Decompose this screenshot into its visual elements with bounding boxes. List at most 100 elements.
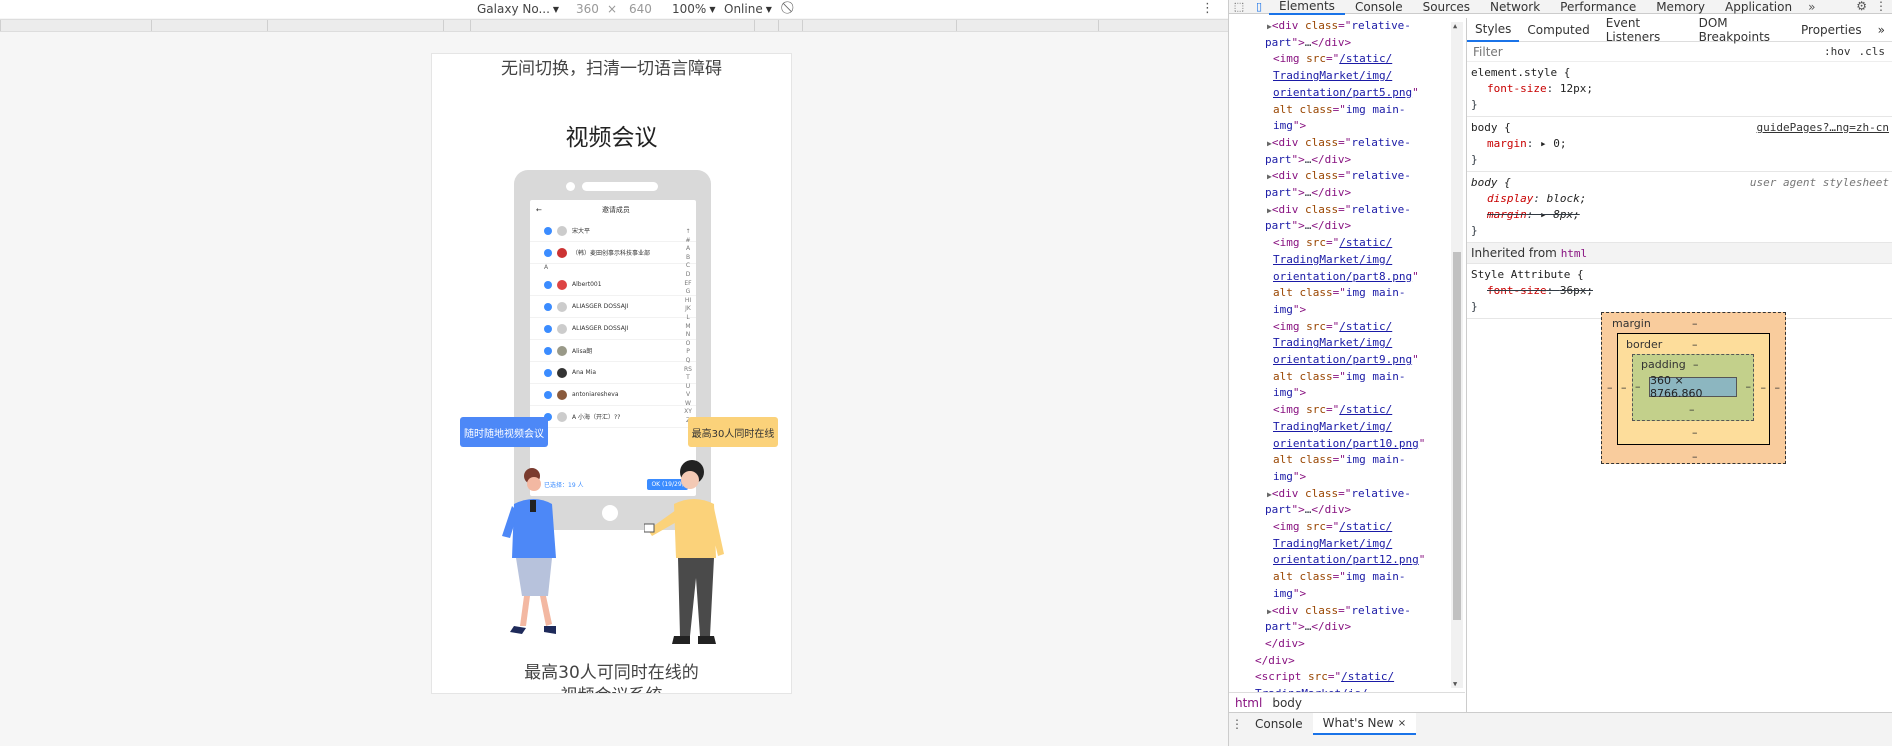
tab-event-listeners[interactable]: Event Listeners [1598,18,1691,44]
width-input[interactable]: 360 [576,2,599,16]
dom-node-line[interactable]: ▶<div class="relative- [1267,18,1411,35]
body-margin-rule[interactable]: body { guidePages?…ng=zh-cn margin: ▸ 0;… [1467,117,1892,172]
css-property[interactable]: margin [1487,137,1527,150]
dom-node-line[interactable]: part">…</div> [1265,502,1351,518]
dom-node-line[interactable]: part">…</div> [1265,218,1351,234]
tab-computed[interactable]: Computed [1519,18,1597,42]
dom-token[interactable]: orientation/part10.png [1273,437,1419,450]
dom-token[interactable]: /static/ [1339,520,1392,533]
dom-node-line[interactable]: <script src="/static/ [1255,669,1394,685]
cls-toggle[interactable]: .cls [1855,45,1890,58]
dom-node-line[interactable]: <img src="/static/ [1273,519,1392,535]
drawer-tab-console[interactable]: Console [1245,713,1313,735]
dom-node-line[interactable]: img"> [1273,118,1306,134]
dom-node-line[interactable]: part">…</div> [1265,152,1351,168]
tab-network[interactable]: Network [1480,0,1550,14]
dom-token[interactable]: TradingMarket/img/ [1273,69,1392,82]
tab-properties[interactable]: Properties [1793,18,1870,42]
element-style-rule[interactable]: element.style { font-size: 12px; } [1467,62,1892,117]
zoom-select[interactable]: 100% ▼ [672,2,715,16]
dom-token[interactable]: orientation/part9.png [1273,353,1412,366]
more-options-icon[interactable]: ⋮ [1201,1,1214,16]
padding-top-value[interactable]: – [1693,358,1699,371]
network-throttle-select[interactable]: Online ▼ [724,2,772,16]
dom-node-line[interactable]: ▶<div class="relative- [1267,486,1411,503]
styles-filter-input[interactable] [1471,43,1820,60]
breadcrumb-html[interactable]: html [1235,696,1262,710]
dom-node-line[interactable]: alt class="img main- [1273,369,1405,385]
elements-scrollbar[interactable]: ▲ ▼ [1451,22,1463,688]
emulated-page[interactable]: 无间切换，扫清一切语言障碍 视频会议 ← 邀请成员 宋大平 （韩）麦田创事示科技… [431,53,792,694]
dom-node-line[interactable]: ▶<div class="relative- [1267,202,1411,219]
dom-node-line[interactable]: img"> [1273,302,1306,318]
tab-elements[interactable]: Elements [1269,0,1345,15]
dom-node-line[interactable]: <img src="/static/ [1273,235,1392,251]
css-value-overridden[interactable]: 36px; [1560,284,1593,297]
dom-token[interactable]: /static/ [1339,236,1392,249]
scroll-down-icon[interactable]: ▼ [1453,680,1457,688]
settings-gear-icon[interactable]: ⚙ [1856,0,1867,13]
css-property[interactable]: font-size [1487,82,1547,95]
dom-node-line[interactable]: orientation/part10.png" [1273,436,1425,452]
dom-node-line[interactable]: TradingMarket/img/ [1273,335,1392,351]
tab-memory[interactable]: Memory [1646,0,1715,14]
dom-node-line[interactable]: ▶<div class="relative- [1267,168,1411,185]
dom-node-line[interactable]: </div> [1255,653,1295,669]
style-attribute-rule[interactable]: Style Attribute { font-size: 36px; } [1467,264,1892,319]
device-select[interactable]: Galaxy No... ▼ [477,2,559,16]
dom-token[interactable]: orientation/part12.png [1273,553,1419,566]
drawer-tab-whats-new[interactable]: What's New × [1312,713,1417,735]
dom-node-line[interactable]: TradingMarket/img/ [1273,252,1392,268]
tab-performance[interactable]: Performance [1550,0,1646,14]
tab-styles[interactable]: Styles [1467,18,1520,42]
dom-node-line[interactable]: part">…</div> [1265,185,1351,201]
dom-node-line[interactable]: ▶<div class="relative- [1267,135,1411,152]
margin-left-value[interactable]: – [1607,381,1613,394]
box-content-size[interactable]: 360 × 8766.860 [1649,374,1737,400]
dom-token[interactable]: /static/ [1339,52,1392,65]
dom-node-line[interactable]: alt class="img main- [1273,569,1405,585]
padding-left-value[interactable]: – [1635,380,1641,393]
css-property-overridden[interactable]: font-size [1487,284,1547,297]
dom-node-line[interactable]: orientation/part9.png" [1273,352,1419,368]
dom-node-line[interactable]: <img src="/static/ [1273,402,1392,418]
customize-menu-icon[interactable]: ⋮ [1875,0,1887,13]
scrollbar-thumb[interactable] [1453,252,1461,620]
dom-node-line[interactable]: img"> [1273,469,1306,485]
css-value[interactable]: ▸ 0; [1540,137,1567,150]
dom-node-line[interactable]: <img src="/static/ [1273,51,1392,67]
dom-node-line[interactable]: TradingMarket/img/ [1273,419,1392,435]
more-tabs-icon[interactable]: » [1802,0,1821,14]
border-left-value[interactable]: – [1621,381,1627,394]
tab-dom-breakpoints[interactable]: DOM Breakpoints [1691,18,1793,44]
dom-node-line[interactable]: alt class="img main- [1273,102,1405,118]
dom-node-line[interactable]: part">…</div> [1265,35,1351,51]
dom-node-line[interactable]: img"> [1273,586,1306,602]
inherited-from-link[interactable]: html [1561,247,1588,260]
border-top-value[interactable]: – [1692,338,1698,351]
dom-token[interactable]: /static/ [1339,403,1392,416]
scroll-up-icon[interactable]: ▲ [1453,22,1457,30]
hov-toggle[interactable]: :hov [1820,45,1855,58]
more-panes-icon[interactable]: » [1870,18,1892,42]
padding-right-value[interactable]: – [1746,380,1752,393]
body-user-agent-rule[interactable]: body { user agent stylesheet display: bl… [1467,172,1892,243]
device-toggle-icon[interactable]: ▯ [1249,0,1269,13]
dom-token[interactable]: TradingMarket/img/ [1273,537,1392,550]
inspect-element-icon[interactable]: ⬚ [1229,0,1249,13]
dom-node-line[interactable]: alt class="img main- [1273,452,1405,468]
border-bottom-value[interactable]: – [1692,426,1698,439]
margin-right-value[interactable]: – [1775,381,1781,394]
dom-node-line[interactable]: TradingMarket/img/ [1273,536,1392,552]
tab-console[interactable]: Console [1345,0,1413,14]
dom-node-line[interactable]: img"> [1273,385,1306,401]
css-value[interactable]: 12px; [1560,82,1593,95]
dom-node-line[interactable]: </div> [1265,636,1305,652]
dom-node-line[interactable]: TradingMarket/img/ [1273,68,1392,84]
tab-sources[interactable]: Sources [1413,0,1480,14]
rule-source-link[interactable]: guidePages?…ng=zh-cn [1757,120,1889,136]
dom-node-line[interactable]: part">…</div> [1265,619,1351,635]
tab-application[interactable]: Application [1715,0,1802,14]
dom-token[interactable]: TradingMarket/img/ [1273,253,1392,266]
border-right-value[interactable]: – [1761,381,1767,394]
